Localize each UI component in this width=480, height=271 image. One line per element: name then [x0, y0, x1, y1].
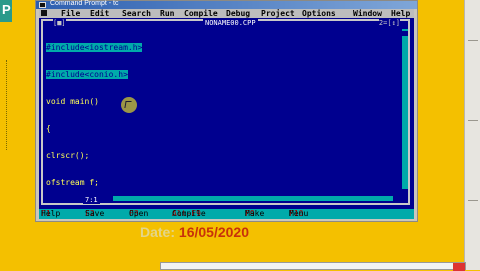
- menu-help[interactable]: Help: [391, 9, 410, 18]
- window-title-bar[interactable]: Command Prompt - tc: [36, 0, 417, 9]
- menu-file[interactable]: File: [61, 9, 80, 18]
- window-title: Command Prompt - tc: [50, 0, 119, 7]
- cmd-app-icon: [39, 2, 46, 8]
- code-line: ofstream f;: [46, 178, 142, 187]
- code-area[interactable]: #include<iostream.h> #include<conio.h> v…: [46, 25, 143, 205]
- fragment-glyph-icon: P: [2, 2, 11, 17]
- command-prompt-window[interactable]: Command Prompt - tc File Edit Search Run…: [35, 0, 418, 222]
- date-caption: Date: 16/05/2020: [140, 224, 249, 240]
- menu-edit[interactable]: Edit: [90, 9, 109, 18]
- code-line-text: {: [46, 124, 51, 133]
- editor-pane[interactable]: [■] NONAME00.CPP 2=[↕] 7:1 #include<iost…: [39, 18, 414, 209]
- code-line: {: [46, 124, 142, 133]
- menu-project[interactable]: Project: [261, 9, 295, 18]
- menu-options[interactable]: Options: [302, 9, 336, 18]
- left-dotted-guide: [6, 60, 10, 150]
- code-line-text: #include<iostream.h>: [46, 43, 143, 52]
- code-line-text: clrscr();: [46, 151, 90, 160]
- vertical-scrollbar[interactable]: [402, 29, 408, 189]
- panel-tick: [468, 200, 478, 201]
- editor-filename: NONAME00.CPP: [203, 19, 258, 27]
- menu-debug[interactable]: Debug: [226, 9, 250, 18]
- system-menu-icon[interactable]: [41, 10, 47, 16]
- left-window-fragment: P: [0, 0, 12, 22]
- code-line-text: void main(): [46, 97, 99, 106]
- scroll-thumb[interactable]: [402, 31, 408, 36]
- code-line-text: ofstream f;: [46, 178, 99, 187]
- code-line: clrscr();: [46, 151, 142, 160]
- code-line: #include<iostream.h>: [46, 43, 143, 52]
- menu-bar: File Edit Search Run Compile Debug Proje…: [39, 9, 414, 18]
- menu-compile[interactable]: Compile: [184, 9, 218, 18]
- panel-tick: [468, 120, 478, 121]
- status-bar: F1 Help F2 Save F3 Open Alt-F9 Compile F…: [39, 209, 414, 219]
- date-value: 16/05/2020: [178, 224, 249, 240]
- code-line-text: #include<conio.h>: [46, 70, 128, 79]
- bottom-window-edge: [160, 262, 466, 271]
- menu-window[interactable]: Window: [353, 9, 382, 18]
- horizontal-scrollbar[interactable]: [113, 196, 393, 201]
- right-edge-panel: [464, 0, 480, 270]
- date-label: Date:: [140, 224, 176, 240]
- mouse-pointer-highlight-icon: [121, 97, 137, 113]
- menu-run[interactable]: Run: [160, 9, 174, 18]
- panel-tick: [468, 40, 478, 41]
- editor-window-number[interactable]: 2=[↕]: [378, 19, 400, 27]
- menu-search[interactable]: Search: [122, 9, 151, 18]
- code-line: #include<conio.h>: [46, 70, 142, 79]
